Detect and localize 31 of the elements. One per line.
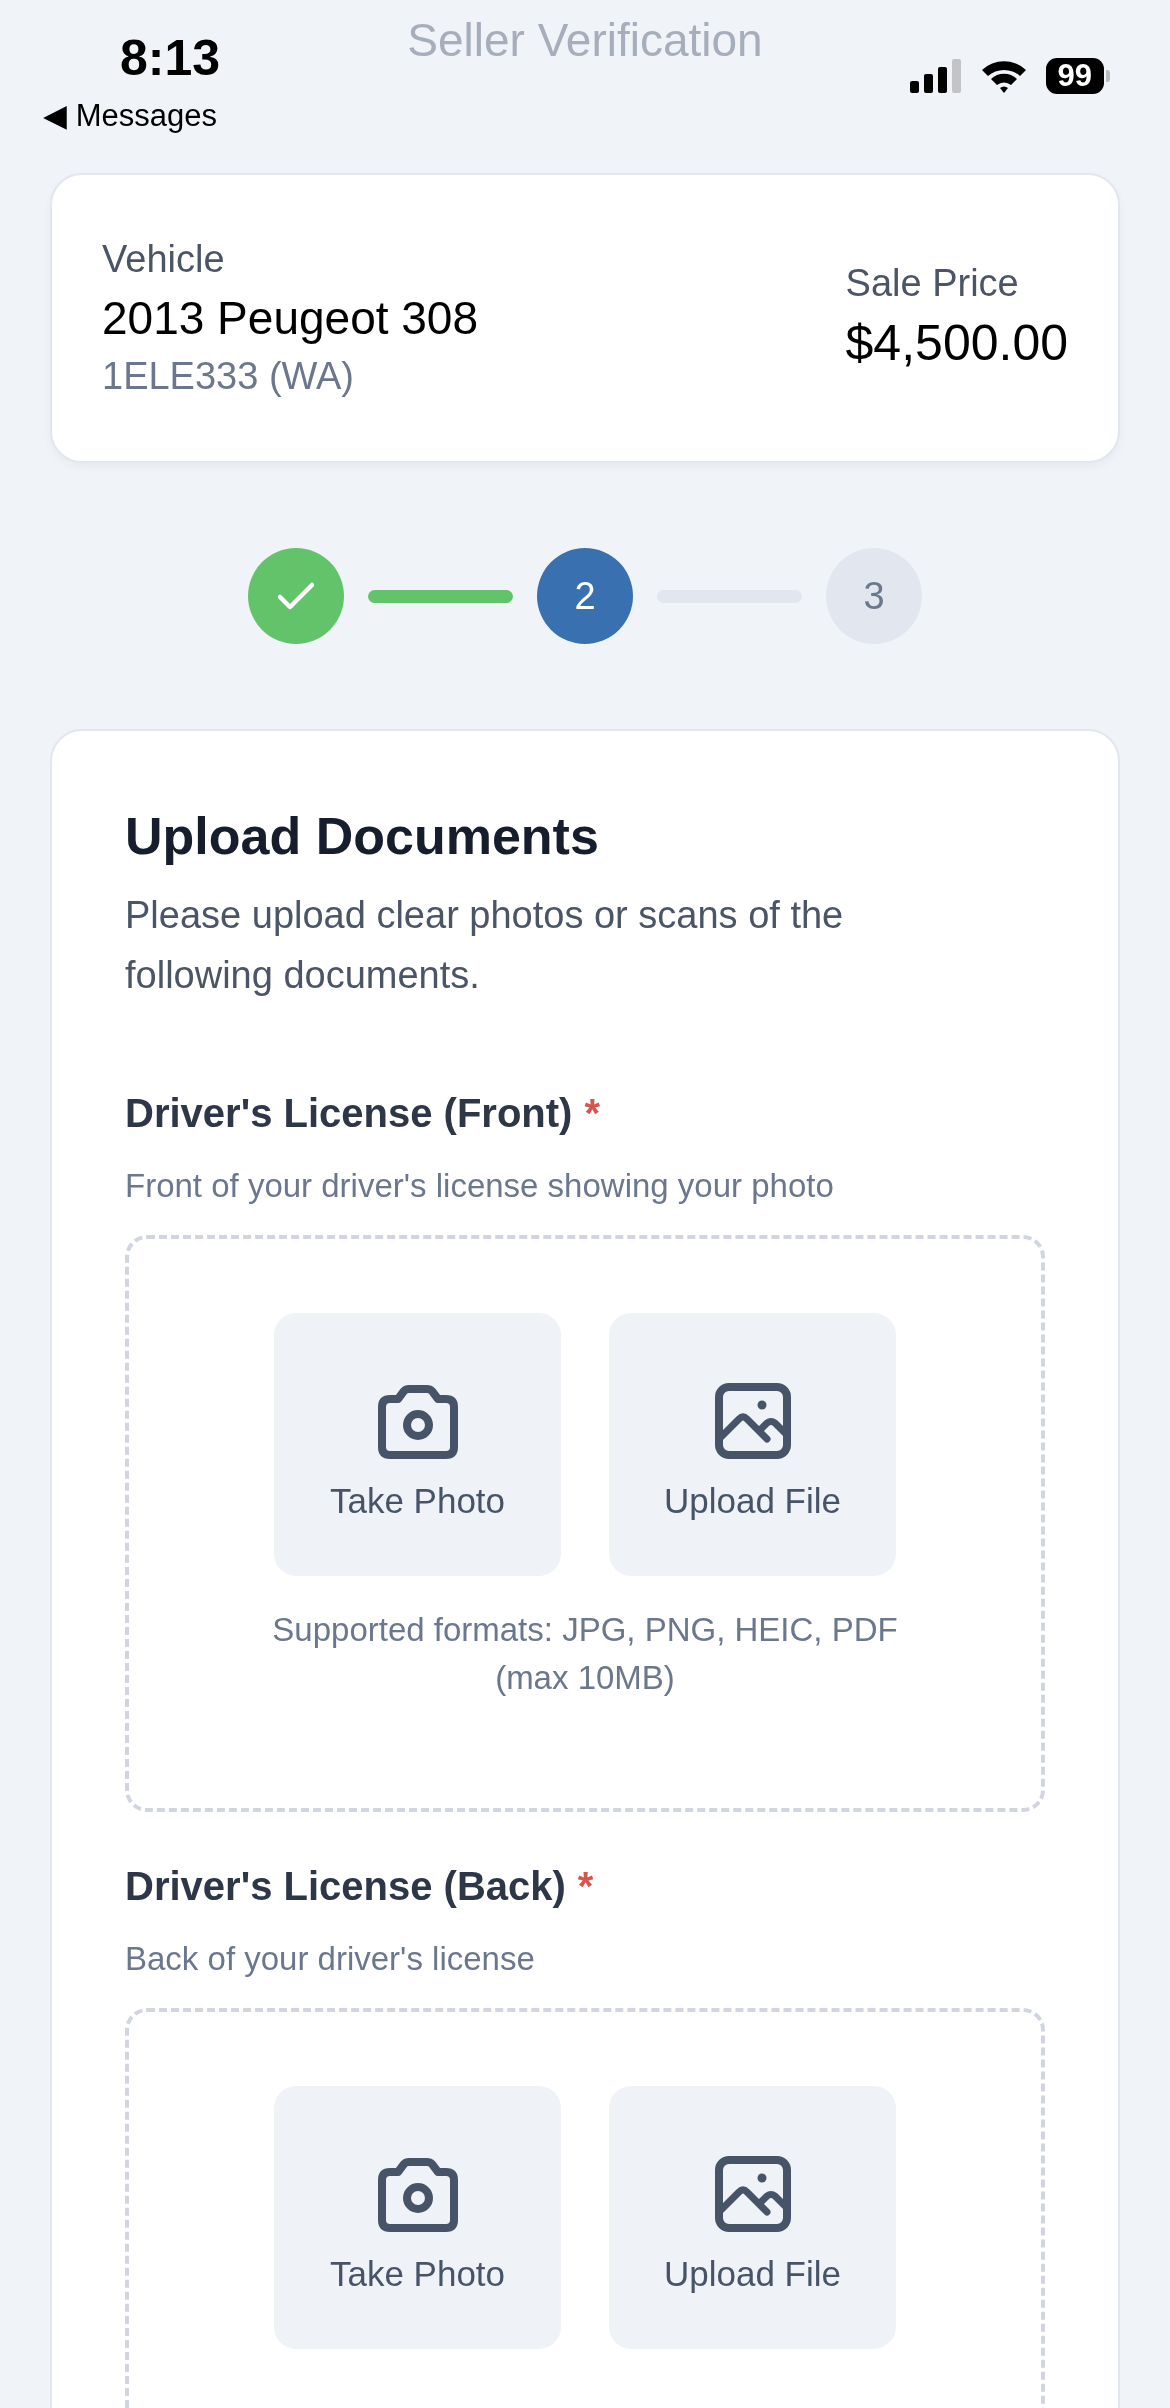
image-icon: [714, 2155, 791, 2232]
drop-zone[interactable]: Take Photo Upload File Supported formats: JPG, PNG, HEIC, PDF (max 10MB): [125, 1235, 1045, 1812]
upload-file-button[interactable]: Upload File: [609, 2086, 896, 2349]
battery-indicator: 99: [1045, 58, 1110, 94]
take-photo-button[interactable]: Take Photo: [274, 1313, 561, 1576]
section-heading: Upload Documents: [125, 806, 600, 867]
document-description: Back of your driver's license: [125, 1939, 536, 1979]
document-label: Driver's License (Front) *: [125, 1090, 601, 1137]
formats-note: Supported formats: JPG, PNG, HEIC, PDF: [272, 1610, 898, 1650]
page-title: Seller Verification: [407, 13, 763, 68]
intro-text: Please upload clear photos or scans of the following documents.: [125, 893, 845, 998]
document-description: Front of your driver's license showing your photo: [125, 1166, 835, 1206]
camera-icon: [375, 2155, 460, 2232]
sale-price: $4,500.00: [845, 314, 1068, 373]
vehicle-name: 2013 Peugeot 308: [102, 291, 479, 346]
price-label: Sale Price: [845, 261, 1020, 306]
step-indicator: 2: [537, 548, 633, 644]
document-label: Driver's License (Back) *: [125, 1863, 595, 1910]
upload-file-button[interactable]: Upload File: [609, 1313, 896, 1576]
vehicle-plate: 1ELE333 (WA): [102, 354, 356, 399]
vehicle-label: Vehicle: [102, 237, 226, 282]
image-icon: [714, 1382, 791, 1459]
take-photo-button[interactable]: Take Photo: [274, 2086, 561, 2349]
step-indicator: 3: [826, 548, 922, 644]
drop-zone[interactable]: Take Photo Upload File: [125, 2008, 1045, 2408]
camera-icon: [375, 1382, 460, 1459]
status-time: 8:13: [120, 29, 221, 88]
signal-icon: [909, 59, 962, 93]
back-link[interactable]: ◀ Messages: [43, 96, 217, 136]
check-icon: [276, 580, 316, 612]
formats-note: (max 10MB): [495, 1658, 675, 1698]
